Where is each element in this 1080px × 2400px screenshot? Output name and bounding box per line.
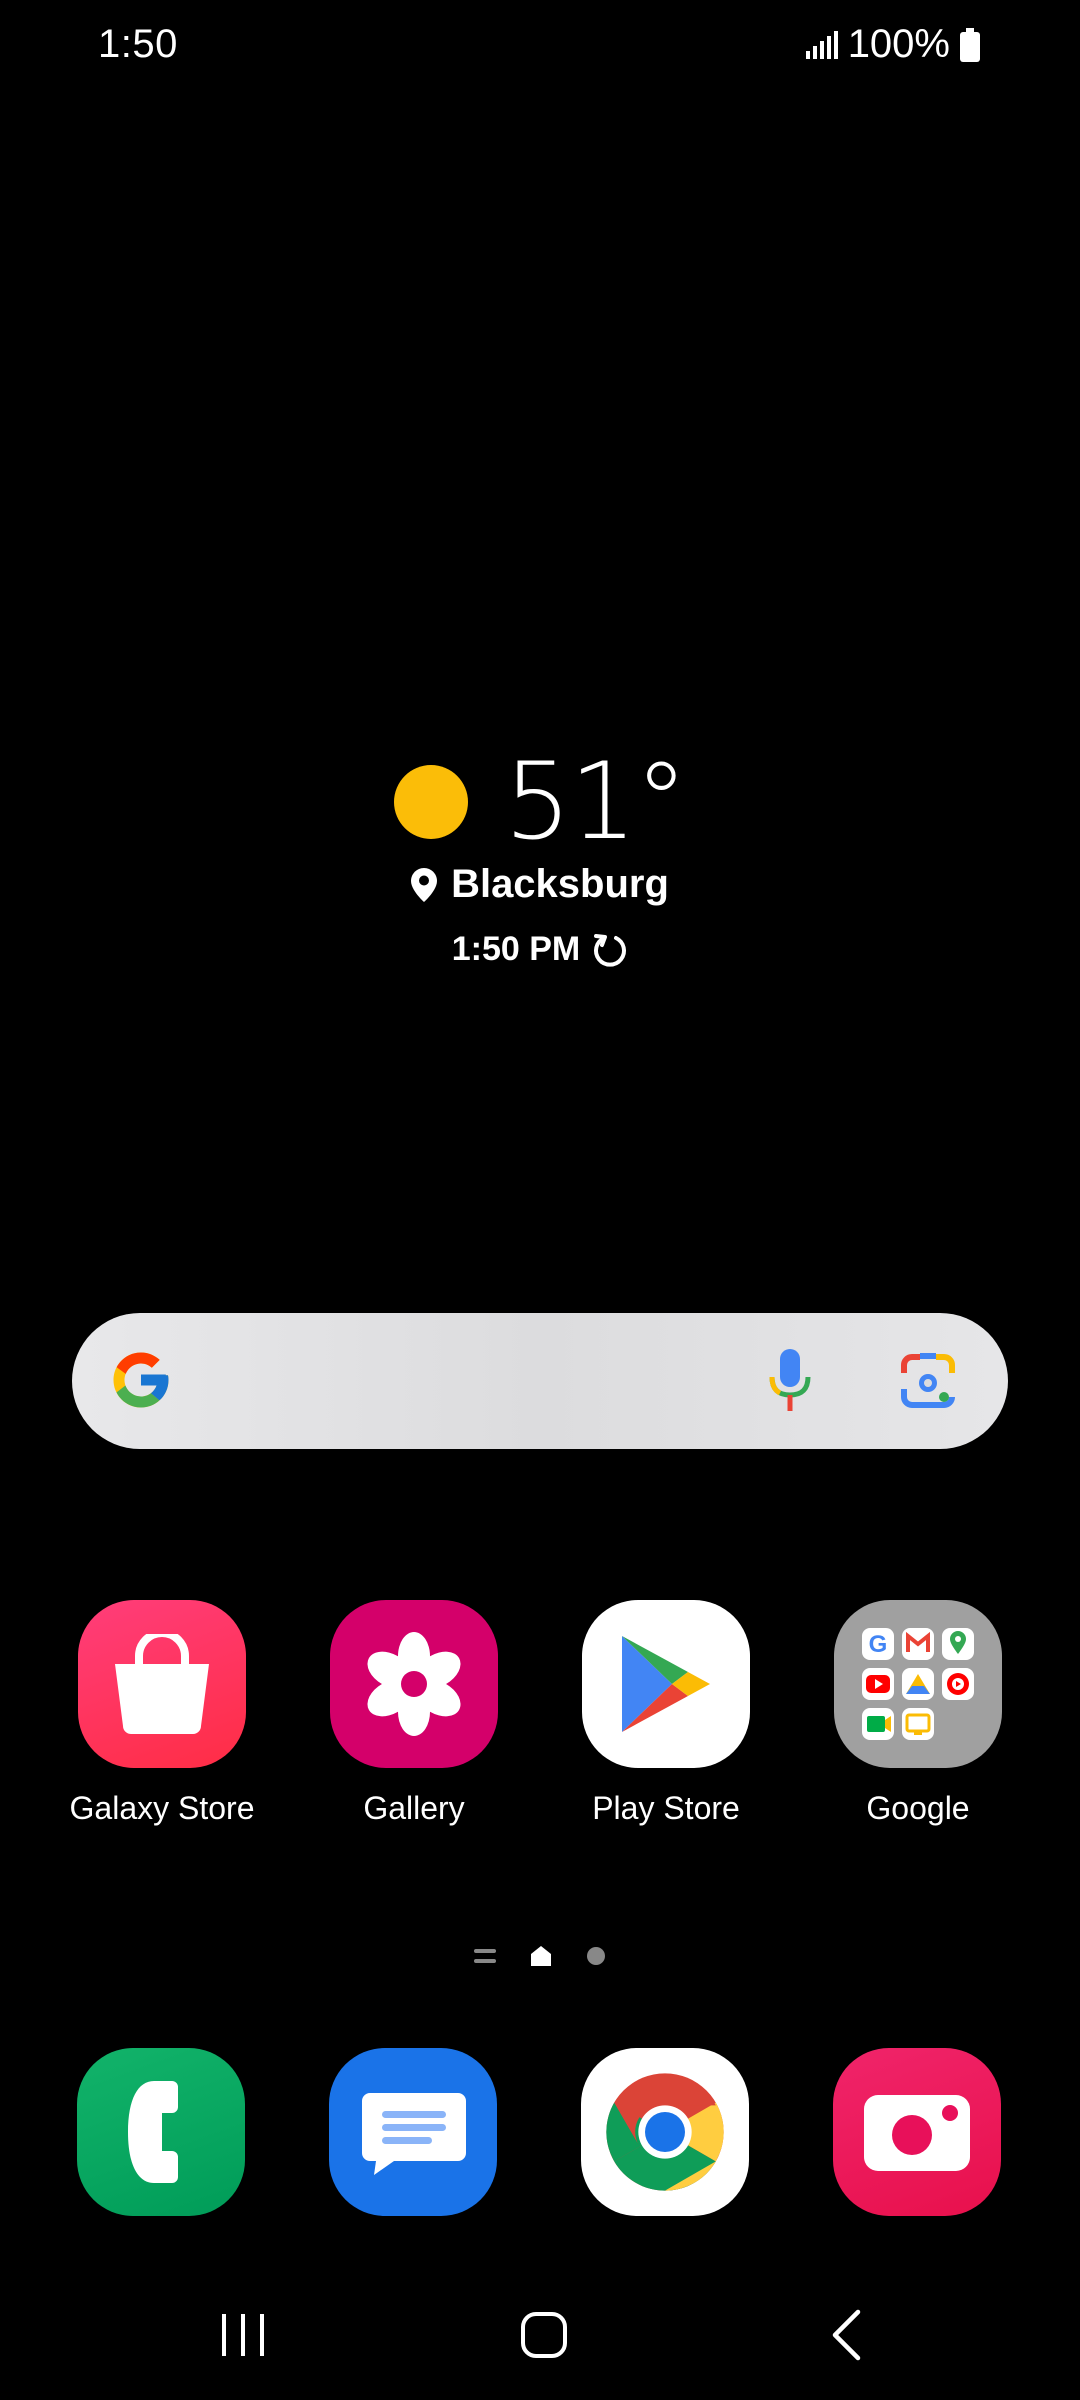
camera-icon (864, 2095, 970, 2171)
app-gallery[interactable]: Gallery (299, 1600, 529, 1827)
recents-button[interactable] (183, 2305, 303, 2365)
chrome-app[interactable] (581, 2048, 749, 2216)
status-time: 1:50 (98, 22, 178, 66)
page-dot-icon[interactable] (586, 1946, 606, 1966)
app-label: Google (866, 1790, 970, 1826)
home-icon (521, 2312, 567, 2358)
phone-app[interactable] (77, 2048, 245, 2216)
battery-percent: 100% (847, 22, 950, 66)
svg-text:G: G (869, 1631, 888, 1658)
home-page-dot-icon[interactable] (530, 1945, 552, 1967)
microphone-icon[interactable] (768, 1349, 812, 1415)
messages-app[interactable] (329, 2048, 497, 2216)
app-play-store[interactable]: Play Store (551, 1600, 781, 1827)
flower-icon (330, 1600, 498, 1768)
chrome-icon (606, 2073, 724, 2191)
refresh-icon[interactable] (592, 932, 628, 968)
status-icons: 100% (805, 22, 980, 67)
location-pin-icon (411, 867, 438, 902)
sun-icon (394, 764, 469, 839)
signal-icon (805, 30, 838, 59)
app-label: Play Store (592, 1790, 740, 1826)
camera-app[interactable] (833, 2048, 1001, 2216)
message-icon (362, 2093, 466, 2175)
back-button[interactable] (786, 2305, 906, 2365)
app-label: Galaxy Store (69, 1790, 255, 1826)
weather-location[interactable]: Blacksburg (0, 862, 1080, 907)
weather-widget[interactable]: 51° (0, 740, 1080, 863)
app-galaxy-store[interactable]: Galaxy Store (47, 1600, 277, 1827)
recents-icon (222, 2314, 264, 2356)
location-label: Blacksburg (451, 862, 669, 906)
home-button[interactable] (484, 2305, 604, 2365)
menu-lines-icon[interactable] (474, 1947, 496, 1965)
weather-temperature: 51° (504, 740, 688, 863)
phone-icon (128, 2081, 178, 2183)
battery-icon (960, 27, 980, 62)
back-icon (832, 2309, 861, 2361)
google-lens-icon[interactable] (898, 1351, 958, 1411)
page-indicator[interactable] (0, 1945, 1080, 1967)
shopping-bag-icon (78, 1600, 246, 1768)
google-search-bar[interactable] (72, 1313, 1008, 1449)
app-label: Gallery (363, 1790, 465, 1826)
google-logo-icon (113, 1352, 169, 1408)
weather-updated[interactable]: 1:50 PM (0, 930, 1080, 969)
play-triangle-icon (582, 1600, 750, 1768)
updated-time: 1:50 PM (451, 930, 581, 968)
folder-icon: G (834, 1600, 1002, 1768)
app-google-folder[interactable]: G Google (803, 1600, 1033, 1827)
